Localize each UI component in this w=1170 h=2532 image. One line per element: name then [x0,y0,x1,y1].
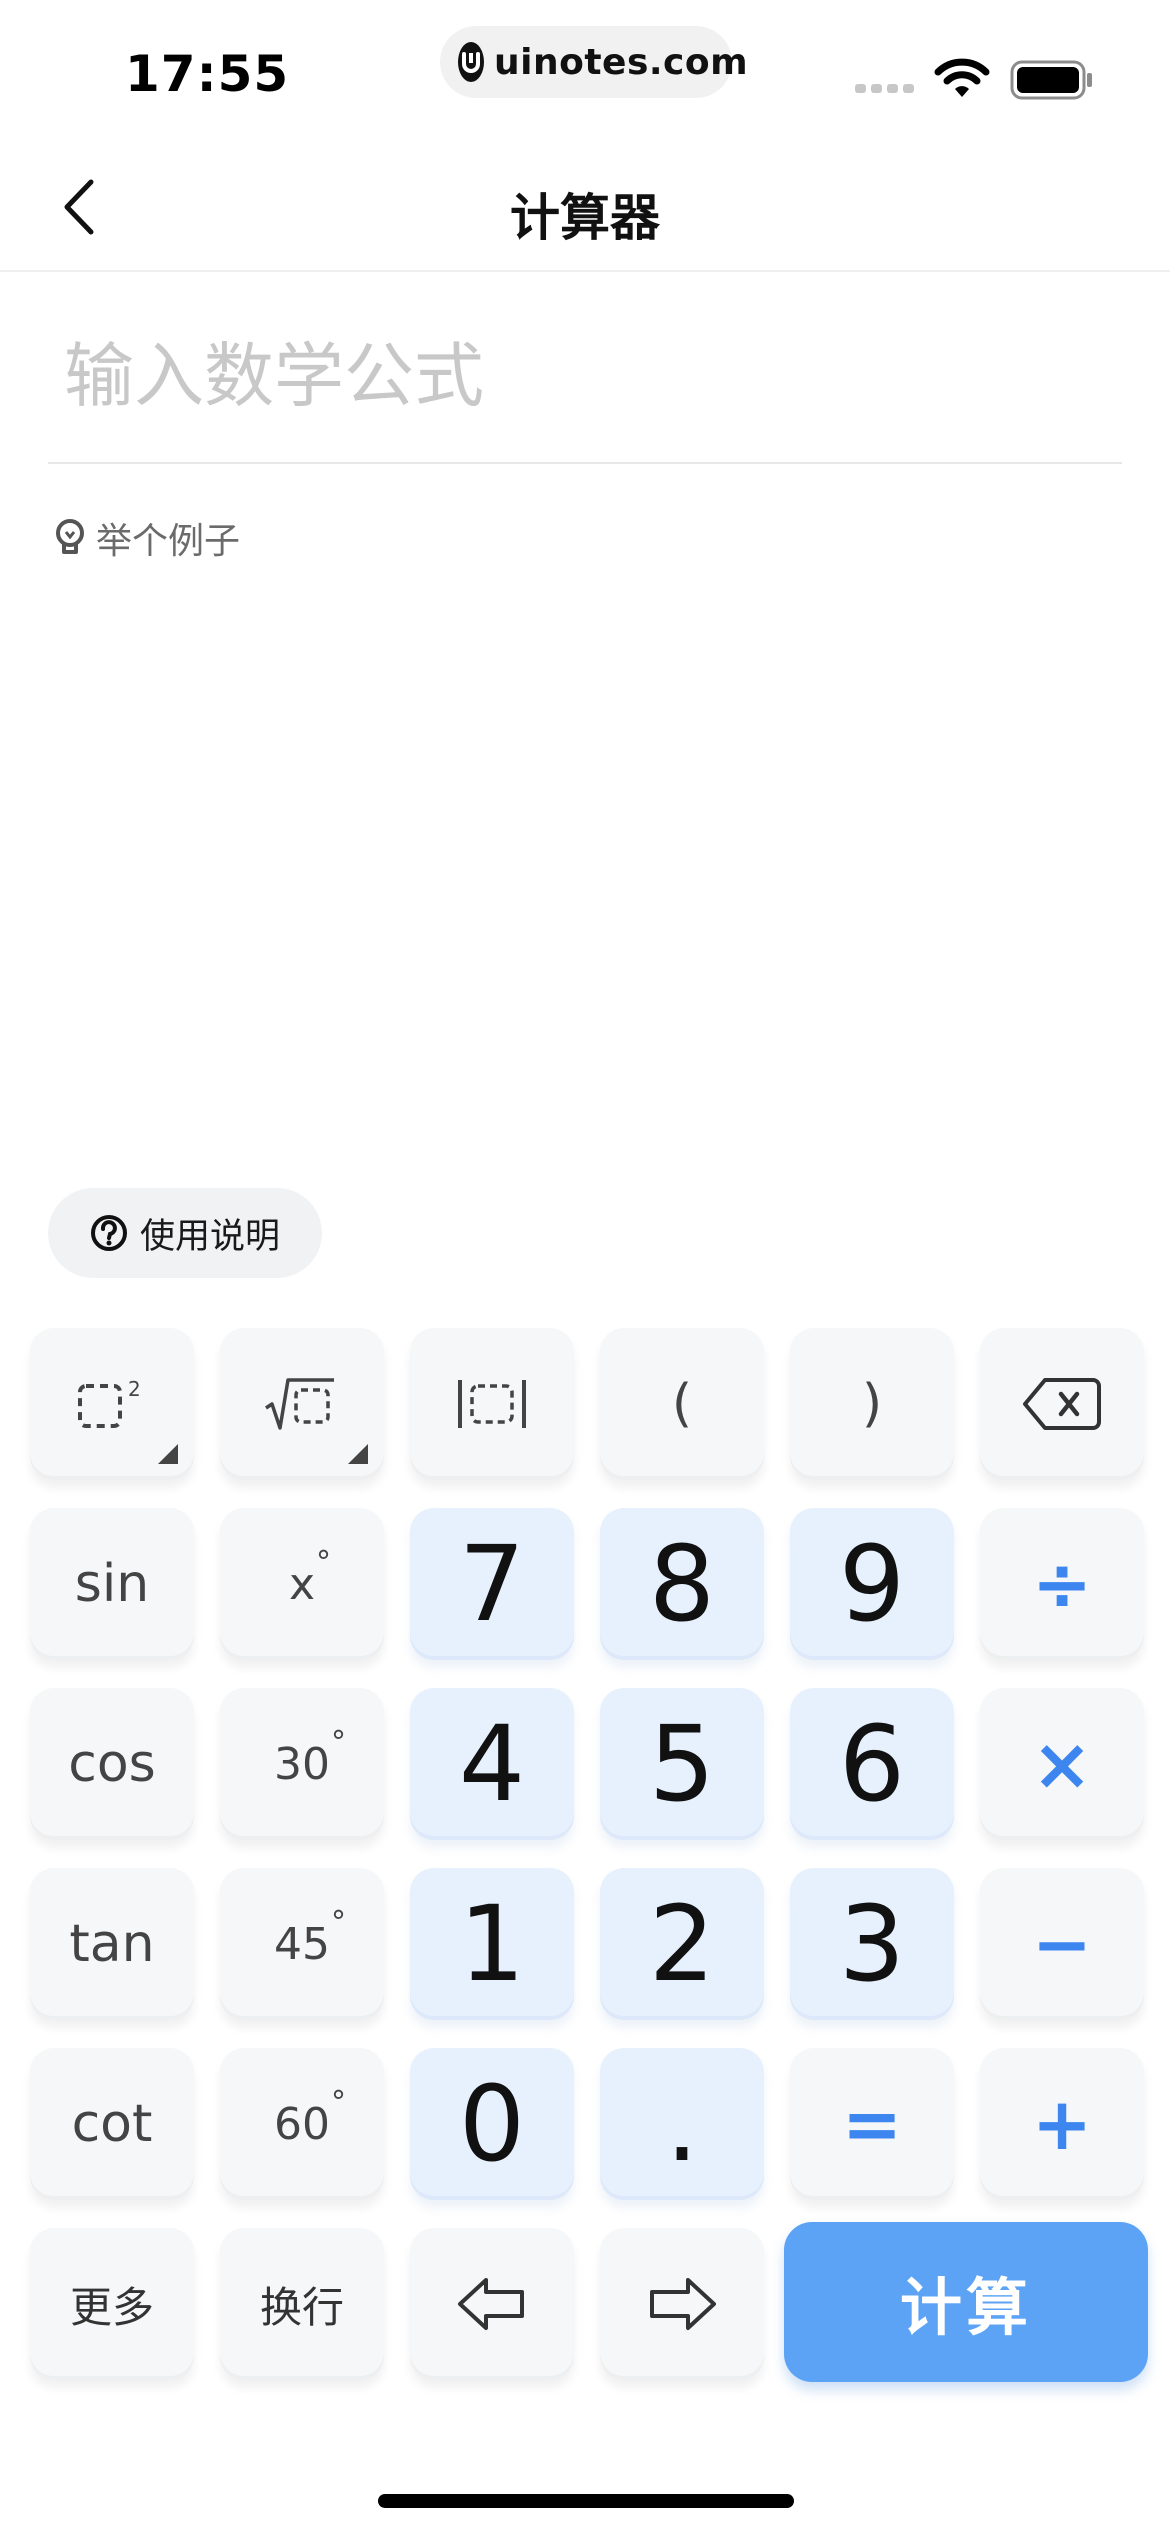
deg-60-key[interactable]: 60 ° [220,2048,384,2200]
key-label: 60 ° [274,2085,346,2150]
wifi-icon [934,56,990,104]
backspace-icon [1023,1378,1101,1430]
submenu-indicator [348,1444,368,1464]
absolute-value-icon [458,1380,526,1428]
question-circle-icon [91,1215,127,1251]
tan-key[interactable]: tan [30,1868,194,2020]
key-label: 30 ° [274,1725,346,1790]
square-root-icon [265,1378,334,1430]
home-indicator[interactable] [378,2494,794,2508]
url-pill[interactable]: uinotes.com [440,26,748,98]
example-link[interactable]: 举个例子 [52,512,240,564]
degree-symbol: ° [316,1544,332,1580]
status-time: 17:55 [125,45,290,103]
key-label: 45 ° [274,1905,346,1970]
key-label: 2 [648,1883,716,2005]
minus-key[interactable]: − [980,1868,1144,2020]
cursor-left-key[interactable] [410,2228,574,2380]
key-label: 换行 [259,2282,344,2332]
digit-1-key[interactable]: 1 [410,1868,574,2020]
calculate-label: 计算 [899,2271,1032,2344]
digit-0-key[interactable]: 0 [410,2048,574,2200]
abs-key[interactable] [410,1328,574,1480]
lightbulb-icon [56,519,84,554]
digit-3-key[interactable]: 3 [790,1868,954,2020]
deg-45-key[interactable]: 45 ° [220,1868,384,2020]
key-label-base: 45 [274,1918,330,1970]
key-label: cos [68,1734,156,1794]
cos-key[interactable]: cos [30,1688,194,1840]
battery-icon [1010,60,1094,104]
key-label: . [665,2063,699,2185]
divide-key[interactable]: ÷ [980,1508,1144,1660]
cot-key[interactable]: cot [30,2048,194,2200]
key-label: − [1031,1902,1093,1986]
left-paren-key[interactable]: ( [600,1328,764,1480]
deg-30-key[interactable]: 30 ° [220,1688,384,1840]
key-label: sin [74,1554,150,1614]
multiply-key[interactable]: × [980,1688,1144,1840]
plus-key[interactable]: + [980,2048,1144,2200]
key-label: tan [69,1914,155,1974]
svg-text:2: 2 [128,1377,141,1401]
digit-4-key[interactable]: 4 [410,1688,574,1840]
key-label: 9 [838,1523,906,1645]
degree-symbol: ° [331,1724,346,1760]
decimal-point-key[interactable]: . [600,2048,764,2200]
arrow-right-icon [650,2278,716,2330]
sqrt-key[interactable] [220,1328,384,1480]
key-label: × [1031,1722,1093,1806]
status-bar: 17:55 uinotes.com [0,0,1170,140]
digit-9-key[interactable]: 9 [790,1508,954,1660]
key-label-base: 30 [274,1738,330,1790]
key-label: ) [861,1374,883,1434]
key-label: 8 [648,1523,716,1645]
key-label: 4 [458,1703,526,1825]
submenu-indicator [158,1444,178,1464]
square-key[interactable]: 2 [30,1328,194,1480]
url-text: uinotes.com [494,41,749,83]
equals-key[interactable]: = [790,2048,954,2200]
degree-key[interactable]: x ° [220,1508,384,1660]
square-power-icon: 2 [78,1377,141,1428]
key-label: 0 [458,2063,526,2185]
newline-key[interactable]: 换行 [220,2228,384,2380]
key-label: = [841,2082,903,2166]
key-label: + [1031,2082,1093,2166]
digit-2-key[interactable]: 2 [600,1868,764,2020]
right-paren-key[interactable]: ) [790,1328,954,1480]
degree-symbol: ° [331,1904,346,1940]
nav-bar: 计算器 [0,140,1170,272]
arrow-left-icon [458,2278,524,2330]
key-label: 更多 [69,2282,154,2332]
key-label-base: 60 [274,2098,330,2150]
key-label-base: x [288,1558,316,1610]
degree-symbol: ° [331,2084,346,2120]
backspace-key[interactable] [980,1328,1144,1480]
digit-7-key[interactable]: 7 [410,1508,574,1660]
key-label: cot [71,2094,153,2154]
calculate-button[interactable]: 计算 [784,2222,1148,2382]
key-label: 3 [838,1883,906,2005]
cursor-right-key[interactable] [600,2228,764,2380]
key-label: ( [671,1374,693,1434]
key-label: 5 [648,1703,716,1825]
help-label: 使用说明 [140,1216,281,1257]
key-label: 1 [458,1883,526,2005]
signal-icon [855,84,914,93]
more-key[interactable]: 更多 [30,2228,194,2380]
page-title: 计算器 [510,189,660,247]
digit-5-key[interactable]: 5 [600,1688,764,1840]
formula-input[interactable] [48,300,1122,464]
uinotes-logo-icon [458,42,484,82]
digit-6-key[interactable]: 6 [790,1688,954,1840]
digit-8-key[interactable]: 8 [600,1508,764,1660]
key-label: ÷ [1031,1542,1093,1626]
help-button[interactable]: 使用说明 [48,1188,322,1278]
sin-key[interactable]: sin [30,1508,194,1660]
example-label: 举个例子 [96,521,241,562]
key-label: 6 [838,1703,906,1825]
key-label: 7 [458,1523,526,1645]
key-label: x ° [288,1545,331,1610]
